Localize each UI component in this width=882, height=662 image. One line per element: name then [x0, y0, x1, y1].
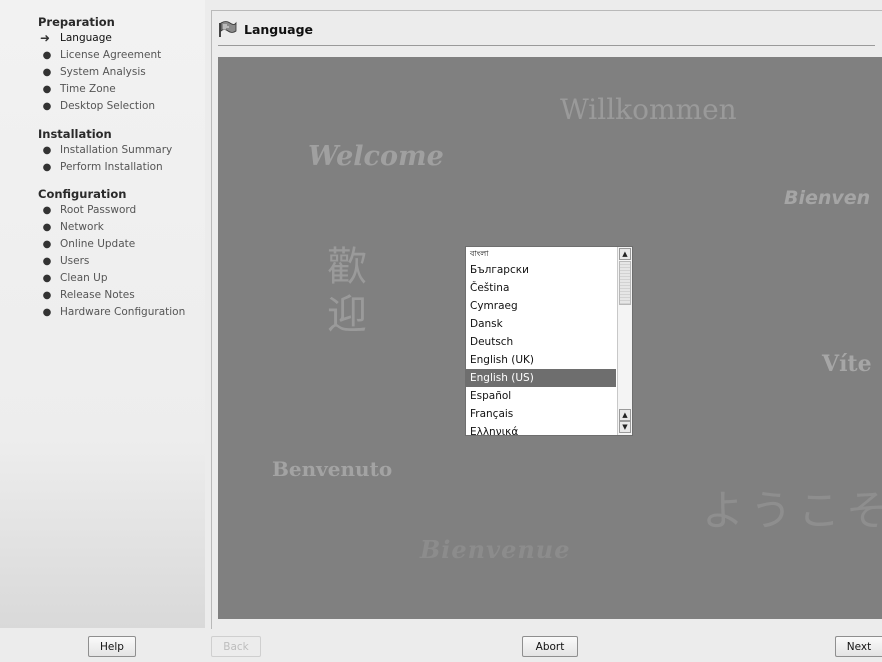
step-release-notes: ● Release Notes	[38, 287, 185, 304]
scroll-up-icon[interactable]: ▲	[619, 248, 631, 260]
language-option[interactable]: Español	[466, 387, 616, 405]
sidebar: Preparation ➜ Language ● License Agreeme…	[0, 0, 205, 628]
help-button[interactable]: Help	[88, 636, 136, 657]
step-users: ● Users	[38, 253, 185, 270]
bullet-icon: ●	[42, 67, 52, 78]
bullet-icon: ●	[42, 273, 52, 284]
step-label: Release Notes	[60, 289, 135, 301]
step-label: Installation Summary	[60, 144, 173, 156]
greeting-vitejte: Víte	[822, 351, 872, 377]
header-divider	[218, 45, 875, 46]
language-option[interactable]: English (UK)	[466, 351, 616, 369]
step-installation-summary: ● Installation Summary	[38, 142, 173, 159]
step-label: System Analysis	[60, 66, 146, 78]
section-installation: Installation ● Installation Summary ● Pe…	[38, 126, 172, 176]
language-option[interactable]: Français	[466, 405, 616, 423]
bullet-icon: ●	[42, 145, 52, 156]
greeting-welcome: Welcome	[308, 141, 444, 172]
step-time-zone: ● Time Zone	[38, 81, 161, 98]
step-online-update: ● Online Update	[38, 236, 185, 253]
language-list-scrollbar[interactable]: ▲ ▲ ▼	[617, 247, 632, 435]
language-option[interactable]: Dansk	[466, 315, 616, 333]
step-perform-installation: ● Perform Installation	[38, 159, 172, 176]
bullet-icon: ●	[42, 307, 52, 318]
bullet-icon: ●	[42, 290, 52, 301]
language-option[interactable]: বাংলা	[466, 247, 616, 261]
step-label: Network	[60, 221, 104, 233]
bullet-icon: ●	[42, 101, 52, 112]
section-title: Installation	[38, 127, 112, 141]
step-system-analysis: ● System Analysis	[38, 64, 161, 81]
step-label: Time Zone	[60, 83, 116, 95]
step-label: Clean Up	[60, 272, 108, 284]
language-option[interactable]: Ελληνικά	[466, 423, 616, 435]
language-list-items: বাংলা Български Čeština Cymraeg Dansk De…	[466, 247, 616, 435]
section-title: Preparation	[38, 15, 115, 29]
step-root-password: ● Root Password	[38, 202, 185, 219]
bullet-icon: ●	[42, 256, 52, 267]
step-license-agreement: ● License Agreement	[38, 47, 162, 64]
next-button[interactable]: Next	[835, 636, 882, 657]
page-title: Language	[244, 21, 314, 37]
language-option[interactable]: Čeština	[466, 279, 616, 297]
bullet-icon: ●	[42, 50, 52, 61]
scroll-thumb[interactable]	[619, 261, 631, 305]
scroll-down-icon[interactable]: ▼	[619, 421, 631, 433]
greeting-youkoso: ようこそ	[702, 486, 882, 535]
step-label: Users	[60, 255, 90, 267]
step-label: Language	[60, 32, 112, 44]
step-label: Perform Installation	[60, 161, 163, 173]
bullet-icon: ●	[42, 222, 52, 233]
greeting-chinese: 歡 迎	[322, 243, 372, 339]
step-label: Hardware Configuration	[60, 306, 186, 318]
page-header: Language	[218, 16, 878, 42]
greeting-chinese-char-2: 迎	[327, 292, 367, 338]
step-label: License Agreement	[60, 49, 162, 61]
language-list[interactable]: বাংলা Български Čeština Cymraeg Dansk De…	[465, 246, 633, 436]
step-hardware-configuration: ● Hardware Configuration	[38, 304, 186, 321]
step-clean-up: ● Clean Up	[38, 270, 185, 287]
section-configuration: Configuration ● Root Password ● Network …	[38, 186, 185, 321]
language-option[interactable]: Deutsch	[466, 333, 616, 351]
greeting-bienvenido: Bienven	[784, 187, 871, 209]
greeting-benvenuto: Benvenuto	[272, 457, 393, 481]
back-button[interactable]: Back	[211, 636, 261, 657]
language-option[interactable]: Cymraeg	[466, 297, 616, 315]
abort-button[interactable]: Abort	[522, 636, 578, 657]
greeting-willkommen: Willkommen	[560, 93, 737, 126]
step-desktop-selection: ● Desktop Selection	[38, 98, 161, 115]
step-label: Desktop Selection	[60, 100, 156, 112]
step-label: Online Update	[60, 238, 136, 250]
greeting-bienvenue: Bienvenue	[420, 535, 571, 564]
step-language: ➜ Language	[38, 30, 161, 47]
language-option-selected[interactable]: English (US)	[466, 369, 616, 387]
arrow-right-icon: ➜	[39, 31, 51, 45]
language-option[interactable]: Български	[466, 261, 616, 279]
greeting-chinese-char-1: 歡	[327, 244, 367, 290]
section-title: Configuration	[38, 187, 127, 201]
bullet-icon: ●	[42, 239, 52, 250]
section-preparation: Preparation ➜ Language ● License Agreeme…	[38, 14, 161, 115]
step-network: ● Network	[38, 219, 185, 236]
bullet-icon: ●	[42, 162, 52, 173]
step-label: Root Password	[60, 204, 137, 216]
bullet-icon: ●	[42, 205, 52, 216]
scroll-up-icon[interactable]: ▲	[619, 409, 631, 421]
language-flag-icon	[218, 20, 238, 38]
bullet-icon: ●	[42, 84, 52, 95]
